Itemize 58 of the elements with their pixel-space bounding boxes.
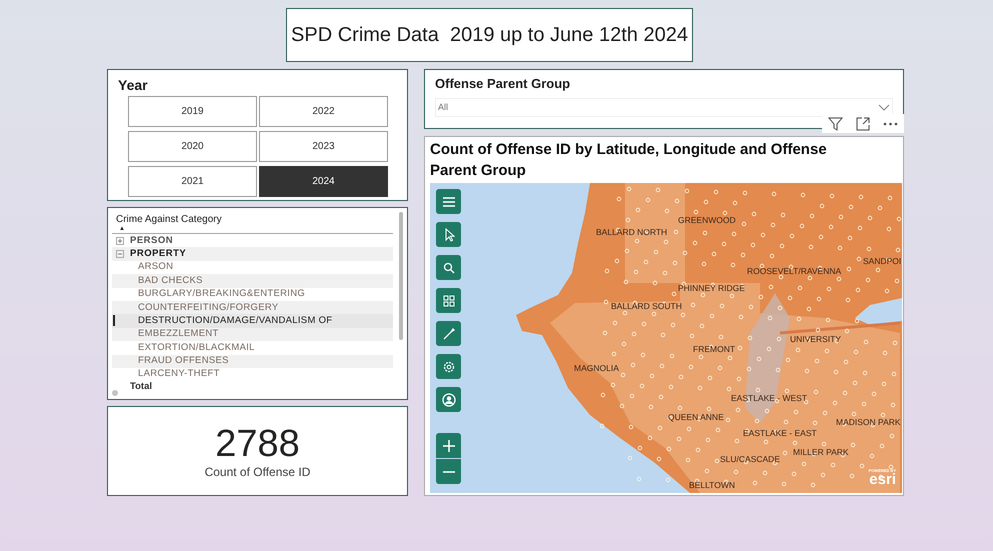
- year-option[interactable]: 2022: [259, 96, 388, 127]
- subcategory-label[interactable]: BURGLARY/BREAKING&ENTERING: [138, 287, 306, 302]
- year-option[interactable]: 2019: [128, 96, 257, 127]
- more-icon[interactable]: [882, 122, 898, 126]
- minus-icon: [442, 470, 454, 472]
- search-button[interactable]: [436, 255, 461, 280]
- subcategory-label[interactable]: ARSON: [138, 260, 174, 275]
- place-label: SLU/CASCADE: [720, 454, 780, 464]
- panel-title: Offense Parent Group: [435, 76, 572, 92]
- dropdown-field[interactable]: All: [435, 98, 893, 117]
- expand-icon[interactable]: [116, 236, 124, 245]
- settings-button[interactable]: [436, 354, 461, 379]
- attribution-logo: esri: [869, 473, 896, 487]
- subcategory-label[interactable]: EXTORTION/BLACKMAIL: [138, 340, 255, 355]
- kpi-label: Count of Offense ID: [204, 465, 310, 479]
- place-label: EASTLAKE - EAST: [743, 428, 817, 438]
- place-label: GREENWOOD: [678, 215, 736, 225]
- filter-icon[interactable]: [828, 116, 844, 130]
- year-option[interactable]: 2023: [259, 131, 388, 162]
- place-label: EASTLAKE - WEST: [731, 393, 808, 403]
- zoom-out-button[interactable]: [436, 459, 461, 484]
- select-button[interactable]: [436, 222, 461, 247]
- year-option[interactable]: 2024: [259, 166, 388, 197]
- zoom-in-button[interactable]: [436, 433, 461, 458]
- place-label: SANDPOI: [863, 256, 902, 266]
- subcategory-label[interactable]: LARCENY-THEFT: [138, 367, 220, 382]
- menu-button[interactable]: [436, 189, 461, 214]
- tools-button[interactable]: [436, 321, 461, 346]
- report-title: SPD Crime Data 2019 up to June 12th 2024: [286, 8, 693, 62]
- dropdown-value: All: [438, 100, 448, 114]
- chevron-icon: [878, 104, 890, 111]
- basemap-button[interactable]: [436, 288, 461, 313]
- place-label: MAGNOLIA: [574, 363, 619, 373]
- expand-icon[interactable]: [856, 116, 870, 130]
- place-label: MADISON PARK: [836, 417, 901, 427]
- column-header[interactable]: Crime Against Category: [116, 213, 393, 226]
- collapse-icon[interactable]: [116, 250, 124, 258]
- place-label: ROOSEVELT/RAVENNA: [747, 266, 842, 276]
- kpi-value: 2788: [215, 423, 300, 465]
- visual-title: Count of Offense ID by Latitude, Longitude and Offense Parent Group: [430, 140, 828, 181]
- panel-title: Year: [118, 76, 149, 94]
- place-label: UNIVERSITY: [790, 334, 842, 344]
- place-label: BELLTOWN: [689, 480, 735, 490]
- category-label: PERSON: [130, 234, 174, 248]
- place-label: QUEEN ANNE: [668, 412, 724, 422]
- plus-icon: [442, 438, 456, 452]
- year-option[interactable]: 2021: [128, 166, 257, 197]
- place-label: MILLER PARK: [793, 447, 849, 457]
- place-label: PHINNEY RIDGE: [678, 283, 745, 293]
- place-label: BALLARD SOUTH: [611, 301, 682, 311]
- user-icon: [440, 390, 458, 408]
- year-option[interactable]: 2020: [128, 131, 257, 162]
- total-label: Total: [130, 381, 152, 392]
- category-label: PROPERTY: [130, 246, 186, 261]
- user-button[interactable]: [436, 387, 461, 412]
- place-label: FREMONT: [693, 344, 736, 354]
- place-label: BALLARD NORTH: [596, 227, 668, 237]
- scrollbar-thumb[interactable]: [399, 212, 403, 340]
